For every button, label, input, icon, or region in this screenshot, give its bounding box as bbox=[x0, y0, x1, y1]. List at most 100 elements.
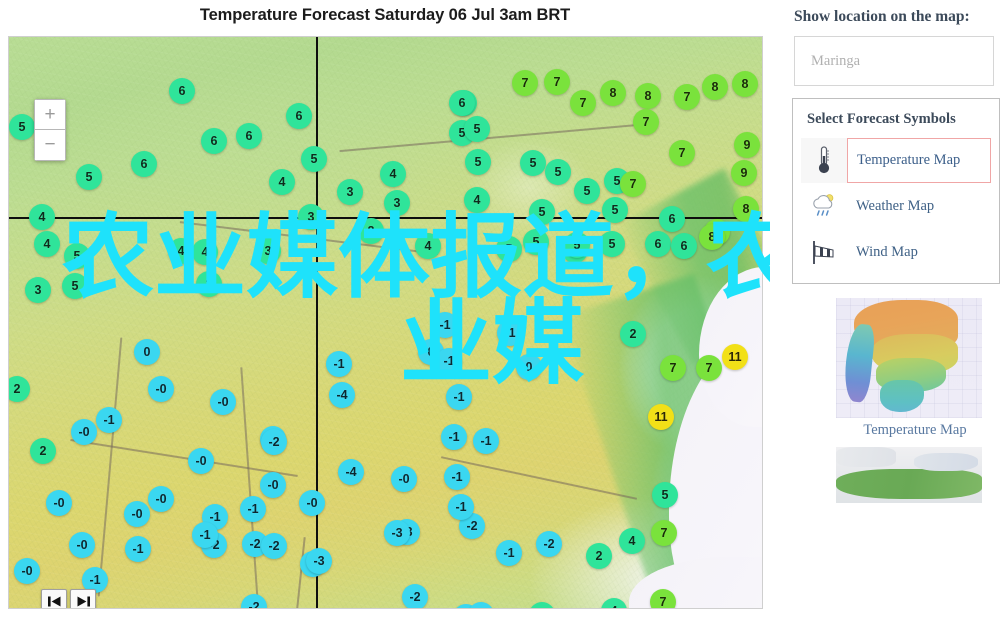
location-search-field[interactable] bbox=[794, 36, 994, 86]
temperature-marker[interactable]: 7 bbox=[674, 84, 700, 110]
temperature-marker[interactable]: 7 bbox=[651, 520, 677, 546]
temperature-marker[interactable]: 7 bbox=[660, 355, 686, 381]
temperature-marker[interactable]: 2 bbox=[30, 438, 56, 464]
temperature-marker[interactable]: -0 bbox=[148, 486, 174, 512]
temperature-marker[interactable]: -1 bbox=[441, 424, 467, 450]
zoom-in-button[interactable]: + bbox=[34, 99, 66, 130]
temperature-marker[interactable]: 5 bbox=[529, 199, 555, 225]
temperature-marker[interactable]: 11 bbox=[722, 344, 748, 370]
temperature-marker[interactable]: 3 bbox=[384, 190, 410, 216]
temperature-marker[interactable]: 5 bbox=[76, 164, 102, 190]
temperature-marker[interactable]: -0 bbox=[210, 389, 236, 415]
temperature-marker[interactable]: 6 bbox=[236, 123, 262, 149]
temperature-marker[interactable]: -1 bbox=[326, 351, 352, 377]
temperature-marker[interactable]: 11 bbox=[648, 404, 674, 430]
symbol-option-weather-map[interactable]: Weather Map bbox=[801, 182, 991, 229]
temperature-marker[interactable]: 6 bbox=[169, 78, 195, 104]
temperature-marker[interactable]: -0 bbox=[71, 419, 97, 445]
temperature-marker[interactable]: -1 bbox=[436, 348, 462, 374]
thumbnail-image-temperature[interactable] bbox=[836, 297, 982, 418]
temperature-marker[interactable]: 8 bbox=[600, 80, 626, 106]
temperature-marker[interactable]: 5 bbox=[464, 116, 490, 142]
temperature-marker[interactable]: 6 bbox=[131, 151, 157, 177]
temperature-marker[interactable]: -2 bbox=[261, 429, 287, 455]
temperature-marker[interactable]: -0 bbox=[188, 448, 214, 474]
temperature-marker[interactable]: 2 bbox=[196, 271, 222, 297]
temperature-marker[interactable]: 4 bbox=[415, 233, 441, 259]
temperature-marker[interactable]: 3 bbox=[25, 277, 51, 303]
symbol-option-temperature-map[interactable]: Temperature Map bbox=[801, 136, 991, 183]
symbol-label-wind-map[interactable]: Wind Map bbox=[847, 229, 991, 275]
temperature-marker[interactable]: -1 bbox=[473, 428, 499, 454]
location-search-input[interactable] bbox=[809, 51, 993, 71]
temperature-marker[interactable]: -3 bbox=[306, 548, 332, 574]
temperature-marker[interactable]: 6 bbox=[449, 90, 475, 116]
temperature-marker[interactable]: -0 bbox=[391, 466, 417, 492]
temperature-marker[interactable]: 4 bbox=[269, 169, 295, 195]
animation-controls[interactable] bbox=[41, 589, 96, 608]
temperature-marker[interactable]: 6 bbox=[645, 231, 671, 257]
temperature-marker[interactable]: 7 bbox=[650, 589, 676, 608]
temperature-marker[interactable]: -2 bbox=[402, 584, 428, 608]
temperature-marker[interactable]: 6 bbox=[201, 128, 227, 154]
temperature-marker[interactable]: -2 bbox=[261, 533, 287, 559]
temperature-marker[interactable]: 5 bbox=[62, 273, 88, 299]
symbol-label-weather-map[interactable]: Weather Map bbox=[847, 183, 991, 229]
thumbnail-image-grayscale[interactable] bbox=[836, 446, 982, 503]
temperature-marker[interactable]: 5 bbox=[496, 236, 522, 262]
temperature-marker[interactable]: 5 bbox=[574, 178, 600, 204]
temperature-marker[interactable]: 7 bbox=[544, 69, 570, 95]
temperature-marker[interactable]: -3 bbox=[384, 520, 410, 546]
temperature-marker[interactable]: 6 bbox=[671, 233, 697, 259]
temperature-marker[interactable]: 8 bbox=[733, 196, 759, 222]
temperature-marker[interactable]: 5 bbox=[64, 243, 90, 269]
previous-frame-button[interactable] bbox=[41, 589, 67, 608]
temperature-marker[interactable]: 0 bbox=[134, 339, 160, 365]
temperature-marker[interactable]: 7 bbox=[633, 109, 659, 135]
zoom-out-button[interactable]: − bbox=[34, 130, 66, 161]
temperature-marker[interactable]: 3 bbox=[337, 179, 363, 205]
temperature-marker[interactable]: 5 bbox=[9, 114, 35, 140]
temperature-marker[interactable]: -0 bbox=[69, 532, 95, 558]
temperature-marker[interactable]: -0 bbox=[124, 501, 150, 527]
temperature-marker[interactable]: 2 bbox=[586, 543, 612, 569]
temperature-marker[interactable]: 4 bbox=[168, 238, 194, 264]
temperature-marker[interactable]: 4 bbox=[464, 187, 490, 213]
temperature-marker[interactable]: -1 bbox=[240, 496, 266, 522]
temperature-marker[interactable]: 6 bbox=[659, 206, 685, 232]
temperature-marker[interactable]: -0 bbox=[299, 490, 325, 516]
temperature-marker[interactable]: 8 bbox=[732, 71, 758, 97]
temperature-marker[interactable]: 4 bbox=[34, 231, 60, 257]
temperature-marker[interactable]: 7 bbox=[570, 90, 596, 116]
temperature-marker[interactable]: 7 bbox=[620, 171, 646, 197]
temperature-marker[interactable]: 5 bbox=[465, 149, 491, 175]
temperature-marker[interactable]: -0 bbox=[46, 490, 72, 516]
temperature-marker[interactable]: 2 bbox=[620, 321, 646, 347]
temperature-marker[interactable]: 9 bbox=[734, 132, 760, 158]
temperature-marker[interactable]: -2 bbox=[536, 531, 562, 557]
temperature-marker[interactable]: 3 bbox=[255, 238, 281, 264]
temperature-marker[interactable]: -1 bbox=[444, 464, 470, 490]
temperature-marker[interactable]: 0 bbox=[516, 354, 542, 380]
next-frame-button[interactable] bbox=[70, 589, 96, 608]
temperature-marker[interactable]: 7 bbox=[512, 70, 538, 96]
map-canvas[interactable]: 5666665453433244535443267778878897655555… bbox=[8, 36, 763, 609]
symbol-label-temperature-map[interactable]: Temperature Map bbox=[847, 137, 991, 183]
thumbnail-temperature-map[interactable]: Temperature Map bbox=[836, 297, 994, 439]
temperature-marker[interactable]: -1 bbox=[446, 384, 472, 410]
temperature-marker[interactable]: 6 bbox=[286, 103, 312, 129]
temperature-marker[interactable]: 5 bbox=[301, 146, 327, 172]
temperature-marker[interactable]: -1 bbox=[496, 540, 522, 566]
temperature-marker[interactable]: 4 bbox=[619, 528, 645, 554]
temperature-marker[interactable]: -1 bbox=[125, 536, 151, 562]
thumbnail-second-map[interactable] bbox=[836, 446, 994, 503]
temperature-marker[interactable]: 5 bbox=[520, 150, 546, 176]
temperature-marker[interactable]: -1 bbox=[497, 320, 523, 346]
temperature-marker[interactable]: 9 bbox=[731, 160, 757, 186]
temperature-marker[interactable]: -1 bbox=[432, 312, 458, 338]
symbol-option-wind-map[interactable]: Wind Map bbox=[801, 228, 991, 275]
temperature-marker[interactable]: 7 bbox=[669, 140, 695, 166]
temperature-marker[interactable]: 5 bbox=[599, 231, 625, 257]
temperature-marker[interactable]: -1 bbox=[192, 522, 218, 548]
temperature-marker[interactable]: 5 bbox=[523, 229, 549, 255]
